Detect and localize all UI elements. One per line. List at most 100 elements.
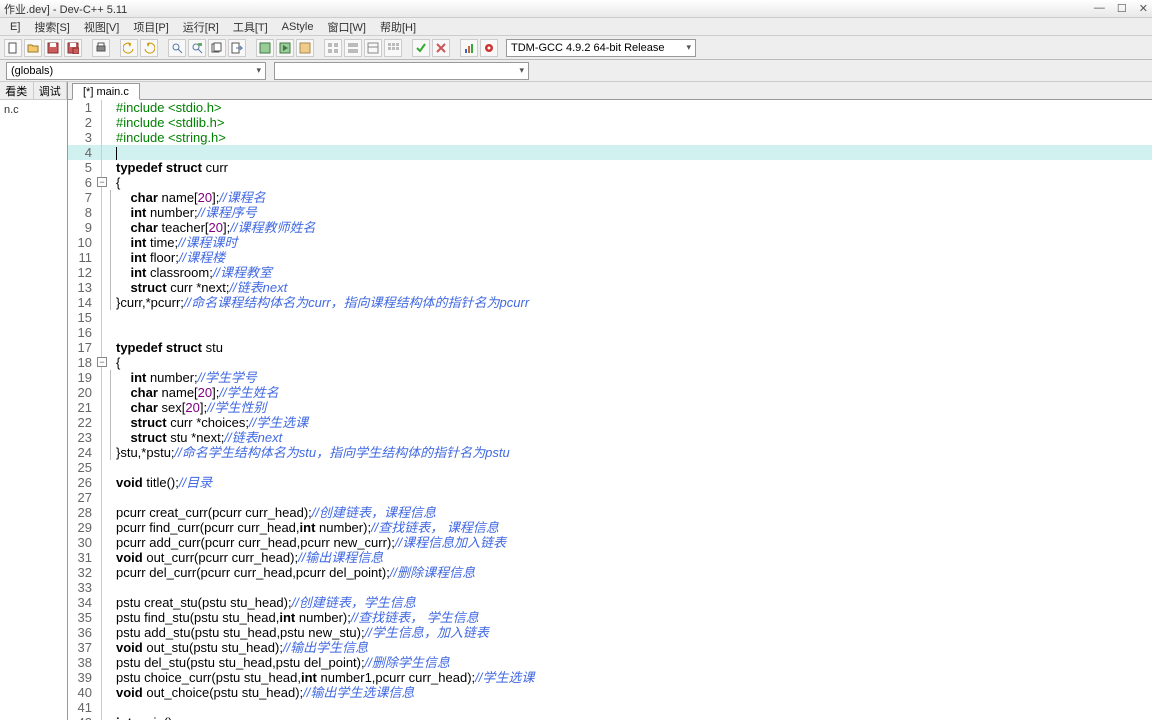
open-icon[interactable]	[24, 39, 42, 57]
code-line[interactable]: 20 char name[20];//学生姓名	[68, 385, 1152, 400]
code-line[interactable]: 35pstu find_stu(pstu stu_head,int number…	[68, 610, 1152, 625]
menu-item[interactable]: E]	[4, 21, 26, 33]
code-line[interactable]: 37void out_stu(pstu stu_head);//输出学生信息	[68, 640, 1152, 655]
code-line[interactable]: 1#include <stdio.h>	[68, 100, 1152, 115]
sidebar-file-item[interactable]: n.c	[4, 104, 19, 116]
fold-gutter[interactable]	[96, 145, 108, 160]
fold-gutter[interactable]	[96, 175, 108, 190]
maximize-icon[interactable]: ☐	[1117, 2, 1127, 15]
menu-item[interactable]: 窗口[W]	[321, 19, 372, 35]
code-line[interactable]: 12 int classroom;//课程教室	[68, 265, 1152, 280]
code-line[interactable]: 42int main()	[68, 715, 1152, 720]
debug-icon[interactable]	[480, 39, 498, 57]
replace-icon[interactable]	[188, 39, 206, 57]
fold-gutter[interactable]	[96, 385, 108, 400]
close-icon[interactable]: ✕	[1139, 2, 1148, 15]
fold-gutter[interactable]	[96, 580, 108, 595]
code-line[interactable]: 9 char teacher[20];//课程教师姓名	[68, 220, 1152, 235]
code-line[interactable]: 10 int time;//课程课时	[68, 235, 1152, 250]
code-line[interactable]: 8 int number;//课程序号	[68, 205, 1152, 220]
fold-gutter[interactable]	[96, 700, 108, 715]
code-line[interactable]: 32pcurr del_curr(pcurr curr_head,pcurr d…	[68, 565, 1152, 580]
findfiles-icon[interactable]	[208, 39, 226, 57]
code-line[interactable]: 16	[68, 325, 1152, 340]
fold-gutter[interactable]	[96, 460, 108, 475]
fold-gutter[interactable]	[96, 250, 108, 265]
code-line[interactable]: 13 struct curr *next;//链表next	[68, 280, 1152, 295]
fold-gutter[interactable]	[96, 430, 108, 445]
fold-gutter[interactable]	[96, 475, 108, 490]
code-line[interactable]: 24}stu,*pstu;//命名学生结构体名为stu，指向学生结构体的指针名为…	[68, 445, 1152, 460]
fold-gutter[interactable]	[96, 340, 108, 355]
menu-item[interactable]: 搜索[S]	[28, 19, 75, 35]
minimize-icon[interactable]: —	[1094, 2, 1105, 15]
menu-item[interactable]: 运行[R]	[177, 19, 225, 35]
find-icon[interactable]	[168, 39, 186, 57]
menu-bar[interactable]: E]搜索[S]视图[V]项目[P]运行[R]工具[T]AStyle窗口[W]帮助…	[0, 18, 1152, 36]
print-icon[interactable]	[92, 39, 110, 57]
code-line[interactable]: 27	[68, 490, 1152, 505]
fold-gutter[interactable]	[96, 115, 108, 130]
fold-gutter[interactable]	[96, 310, 108, 325]
code-line[interactable]: 11 int floor;//课程楼	[68, 250, 1152, 265]
menu-item[interactable]: 帮助[H]	[374, 19, 422, 35]
profile-icon[interactable]	[460, 39, 478, 57]
fold-gutter[interactable]	[96, 160, 108, 175]
sidebar-body[interactable]: n.c	[0, 100, 67, 720]
code-line[interactable]: 4	[68, 145, 1152, 160]
fold-gutter[interactable]	[96, 205, 108, 220]
code-line[interactable]: 15	[68, 310, 1152, 325]
redo-icon[interactable]	[140, 39, 158, 57]
fold-gutter[interactable]	[96, 520, 108, 535]
fold-gutter[interactable]	[96, 130, 108, 145]
fold-gutter[interactable]	[96, 610, 108, 625]
code-line[interactable]: 14}curr,*pcurr;//命名课程结构体名为curr，指向课程结构体的指…	[68, 295, 1152, 310]
menu-item[interactable]: 工具[T]	[227, 19, 274, 35]
cancel-icon[interactable]	[432, 39, 450, 57]
saveas-icon[interactable]	[64, 39, 82, 57]
tab-debug[interactable]: 调试	[34, 82, 68, 99]
fold-gutter[interactable]	[96, 265, 108, 280]
code-line[interactable]: 18{	[68, 355, 1152, 370]
goto-icon[interactable]	[228, 39, 246, 57]
code-line[interactable]: 31void out_curr(pcurr curr_head);//输出课程信…	[68, 550, 1152, 565]
code-line[interactable]: 26void title();//目录	[68, 475, 1152, 490]
fold-gutter[interactable]	[96, 415, 108, 430]
menu-item[interactable]: 项目[P]	[127, 19, 174, 35]
code-line[interactable]: 34pstu creat_stu(pstu stu_head);//创建链表，学…	[68, 595, 1152, 610]
save-icon[interactable]	[44, 39, 62, 57]
file-tab[interactable]: [*] main.c	[72, 83, 140, 100]
code-line[interactable]: 41	[68, 700, 1152, 715]
fold-gutter[interactable]	[96, 490, 108, 505]
fold-gutter[interactable]	[96, 100, 108, 115]
code-line[interactable]: 29pcurr find_curr(pcurr curr_head,int nu…	[68, 520, 1152, 535]
fold-gutter[interactable]	[96, 445, 108, 460]
fold-gutter[interactable]	[96, 235, 108, 250]
fold-gutter[interactable]	[96, 550, 108, 565]
fold-gutter[interactable]	[96, 325, 108, 340]
code-line[interactable]: 28pcurr creat_curr(pcurr curr_head);//创建…	[68, 505, 1152, 520]
tab-classes[interactable]: 看类	[0, 82, 34, 99]
rebuild-icon[interactable]	[324, 39, 342, 57]
fold-gutter[interactable]	[96, 220, 108, 235]
newclass-icon[interactable]	[364, 39, 382, 57]
code-line[interactable]: 25	[68, 460, 1152, 475]
code-line[interactable]: 22 struct curr *choices;//学生选课	[68, 415, 1152, 430]
fold-gutter[interactable]	[96, 625, 108, 640]
grid-icon[interactable]	[384, 39, 402, 57]
editor-tabstrip[interactable]: [*] main.c	[68, 82, 1152, 100]
code-line[interactable]: 3#include <string.h>	[68, 130, 1152, 145]
check-icon[interactable]	[412, 39, 430, 57]
fold-gutter[interactable]	[96, 565, 108, 580]
run-icon[interactable]	[276, 39, 294, 57]
fold-gutter[interactable]	[96, 355, 108, 370]
code-line[interactable]: 36pstu add_stu(pstu stu_head,pstu new_st…	[68, 625, 1152, 640]
fold-gutter[interactable]	[96, 595, 108, 610]
scope-combo[interactable]: (globals) ▾	[6, 62, 266, 80]
code-line[interactable]: 17typedef struct stu	[68, 340, 1152, 355]
code-editor[interactable]: 1#include <stdio.h>2#include <stdlib.h>3…	[68, 100, 1152, 720]
code-line[interactable]: 6{	[68, 175, 1152, 190]
fold-gutter[interactable]	[96, 715, 108, 720]
fold-gutter[interactable]	[96, 535, 108, 550]
projectopts-icon[interactable]	[344, 39, 362, 57]
